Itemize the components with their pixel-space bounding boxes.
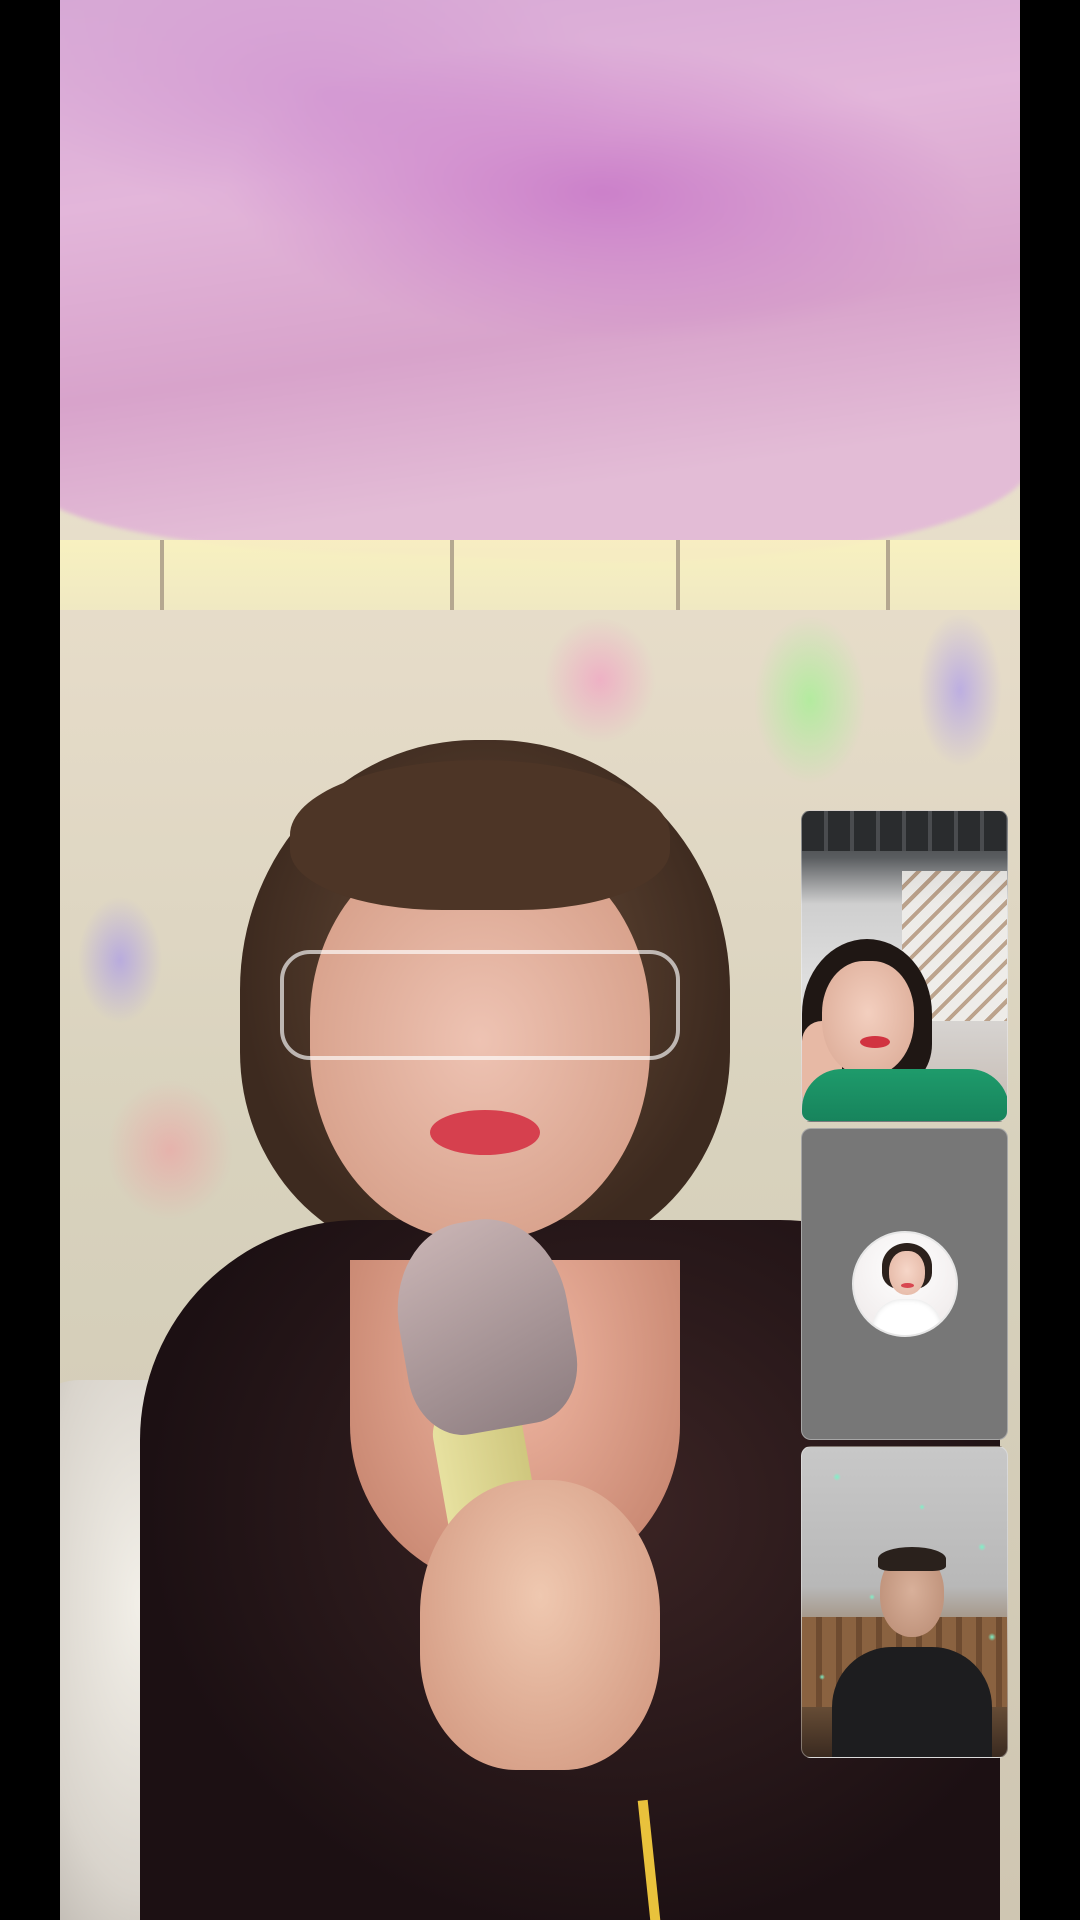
participant-avatar-2[interactable]	[801, 1128, 1008, 1440]
speaker-hand	[420, 1480, 660, 1770]
canopy-light-strip	[60, 540, 1020, 610]
avatar-dress	[871, 1299, 942, 1335]
profile-avatar-icon[interactable]	[851, 1231, 958, 1337]
video-call-screen	[0, 0, 1080, 1920]
participant-lips	[860, 1036, 890, 1048]
speaker-glasses	[280, 950, 680, 1060]
canopy-hook	[450, 540, 454, 610]
canopy-hook	[886, 540, 890, 610]
participant-shirt	[802, 1069, 1007, 1121]
canopy-fabric	[60, 0, 1020, 578]
canopy-hook	[676, 540, 680, 610]
sparkle-effect-icon	[802, 1447, 1007, 1757]
participant-video-3[interactable]	[801, 1446, 1008, 1758]
speaker-lips	[430, 1110, 540, 1155]
participant-face	[822, 961, 914, 1076]
avatar-face	[888, 1251, 925, 1295]
canopy-hook	[160, 540, 164, 610]
speaker-bangs	[290, 760, 670, 910]
participant-video-1[interactable]	[801, 810, 1008, 1122]
avatar-lips	[900, 1283, 914, 1288]
ceiling	[802, 811, 1007, 851]
